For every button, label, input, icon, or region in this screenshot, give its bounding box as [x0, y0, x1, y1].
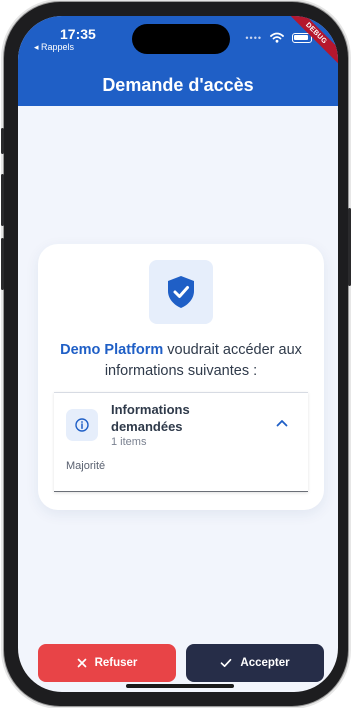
- info-panel-count: 1 items: [111, 436, 147, 448]
- signal-icon: ••••: [245, 32, 262, 43]
- info-badge: [66, 409, 98, 441]
- phone-frame: 17:35 ◂ Rappels •••• DEBUG Demande d'acc…: [1, 2, 351, 706]
- volume-down-button: [1, 238, 4, 290]
- screen: 17:35 ◂ Rappels •••• DEBUG Demande d'acc…: [18, 16, 338, 692]
- refuse-button-label: Refuser: [94, 657, 138, 669]
- requested-info-panel[interactable]: Informations demandées 1 items Majorité: [54, 392, 308, 492]
- request-message: Demo Platform voudrait accéder aux infor…: [48, 340, 314, 382]
- home-indicator[interactable]: [126, 684, 234, 688]
- refuse-button[interactable]: Refuser: [38, 644, 176, 682]
- page-title: Demande d'accès: [102, 75, 254, 95]
- info-icon: [75, 418, 89, 432]
- power-button: [348, 208, 351, 286]
- dynamic-island: [132, 24, 230, 54]
- app-bar: 17:35 ◂ Rappels •••• DEBUG Demande d'acc…: [18, 16, 338, 106]
- status-indicators: ••••: [245, 32, 312, 43]
- accept-button[interactable]: Accepter: [186, 644, 324, 682]
- wifi-icon: [270, 32, 284, 43]
- requested-item: Majorité: [66, 460, 106, 472]
- status-time: 17:35: [60, 26, 96, 42]
- requester-name: Demo Platform: [60, 342, 164, 358]
- info-panel-title: Informations demandées: [111, 402, 190, 434]
- volume-up-button: [1, 174, 4, 226]
- close-icon: [77, 658, 86, 668]
- back-to-app-link[interactable]: ◂ Rappels: [34, 42, 74, 53]
- accept-button-label: Accepter: [240, 657, 290, 669]
- mute-switch: [1, 128, 4, 154]
- check-icon: [221, 658, 232, 668]
- access-request-card: Demo Platform voudrait accéder aux infor…: [38, 244, 324, 510]
- shield-badge: [149, 260, 213, 324]
- shield-check-icon: [168, 276, 194, 308]
- chevron-up-icon[interactable]: [276, 419, 288, 427]
